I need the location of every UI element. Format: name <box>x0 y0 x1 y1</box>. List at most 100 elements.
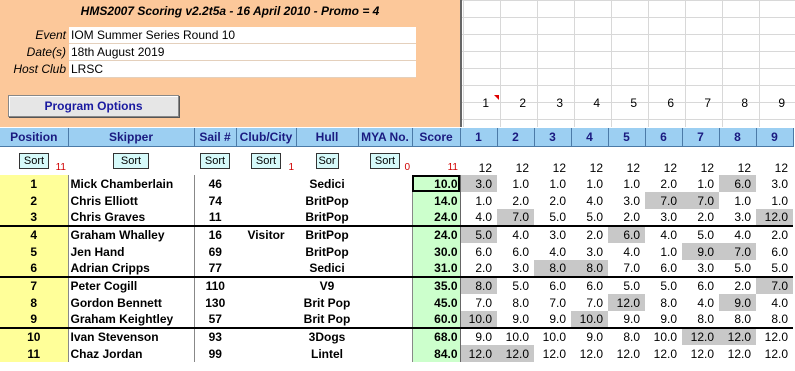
race-result-cell[interactable]: 8.0 <box>571 260 608 278</box>
race-result-cell[interactable]: 6.0 <box>719 175 756 192</box>
race-result-cell[interactable]: 12.0 <box>608 294 645 311</box>
col-header-race-4[interactable]: 4 <box>571 128 609 147</box>
mya-cell[interactable] <box>358 243 412 260</box>
col-header-skipper[interactable]: Skipper <box>68 128 195 147</box>
race-result-cell[interactable]: 4.0 <box>682 294 719 311</box>
race-result-cell[interactable]: 9.0 <box>682 243 719 260</box>
mya-cell[interactable] <box>358 260 412 278</box>
score-cell[interactable]: 84.0 <box>411 345 461 362</box>
race-result-cell[interactable]: 1.0 <box>719 192 756 209</box>
position-cell[interactable]: 7 <box>0 277 68 294</box>
race-result-cell[interactable]: 12.0 <box>645 345 682 362</box>
sail-cell[interactable]: 110 <box>193 277 236 294</box>
mya-cell[interactable] <box>358 226 412 243</box>
club-cell[interactable] <box>236 192 296 209</box>
race-result-cell[interactable]: 1.0 <box>608 175 645 192</box>
sail-cell[interactable]: 69 <box>193 243 236 260</box>
race-result-cell[interactable]: 9.0 <box>571 328 608 345</box>
hull-cell[interactable]: Sedici <box>296 260 358 278</box>
result-row[interactable]: 1 Mick Chamberlain 46 Sedici 10.0 3.0 1.0 1.0 1.… <box>0 175 793 192</box>
race-result-cell[interactable]: 10.0 <box>460 311 497 329</box>
col-header-race-7[interactable]: 7 <box>682 128 720 147</box>
race-result-cell[interactable]: 4.0 <box>460 209 497 227</box>
col-header-race-6[interactable]: 6 <box>645 128 683 147</box>
race-result-cell[interactable]: 8.0 <box>460 277 497 294</box>
hull-cell[interactable]: 3Dogs <box>296 328 358 345</box>
mya-cell[interactable] <box>358 209 412 227</box>
skipper-cell[interactable]: Gordon Bennett <box>67 294 194 311</box>
hull-cell[interactable]: BritPop <box>296 192 358 209</box>
mya-cell[interactable] <box>358 294 412 311</box>
sail-cell[interactable]: 77 <box>193 260 236 278</box>
race-result-cell[interactable]: 2.0 <box>497 192 534 209</box>
result-row[interactable]: 11 Chaz Jordan 99 Lintel 84.0 12.0 12.0 12.0 12.… <box>0 345 793 362</box>
col-header-position[interactable]: Position <box>0 128 69 147</box>
result-row[interactable]: 8 Gordon Bennett 130 Brit Pop 45.0 7.0 8.0 7.0 7… <box>0 294 793 311</box>
race-result-cell[interactable]: 4.0 <box>645 226 682 243</box>
score-cell[interactable]: 60.0 <box>411 311 461 329</box>
score-cell[interactable]: 45.0 <box>411 294 461 311</box>
race-result-cell[interactable]: 8.0 <box>719 311 756 329</box>
race-result-cell[interactable]: 2.0 <box>645 175 682 192</box>
col-header-score[interactable]: Score <box>412 128 461 147</box>
race-result-cell[interactable]: 7.0 <box>497 209 534 227</box>
sail-cell[interactable]: 74 <box>193 192 236 209</box>
club-cell[interactable]: Visitor <box>236 226 296 243</box>
mya-cell[interactable] <box>358 175 412 192</box>
position-cell[interactable]: 5 <box>0 243 68 260</box>
race-result-cell[interactable]: 12.0 <box>756 328 793 345</box>
race-result-cell[interactable]: 2.0 <box>460 260 497 278</box>
race-result-cell[interactable]: 6.0 <box>534 277 571 294</box>
race-result-cell[interactable]: 1.0 <box>460 192 497 209</box>
race-result-cell[interactable]: 3.0 <box>608 192 645 209</box>
skipper-cell[interactable]: Graham Whalley <box>67 226 194 243</box>
score-cell[interactable]: 30.0 <box>411 243 461 260</box>
result-row[interactable]: 2 Chris Elliott 74 BritPop 14.0 1.0 2.0 2.0 4.0 3… <box>0 192 793 209</box>
skipper-cell[interactable]: Ivan Stevenson <box>67 328 194 345</box>
mya-cell[interactable] <box>358 328 412 345</box>
race-result-cell[interactable]: 9.0 <box>645 311 682 329</box>
race-result-cell[interactable]: 2.0 <box>534 192 571 209</box>
race-result-cell[interactable]: 12.0 <box>756 345 793 362</box>
race-result-cell[interactable]: 5.0 <box>682 226 719 243</box>
race-result-cell[interactable]: 5.0 <box>571 209 608 227</box>
col-header-race-3[interactable]: 3 <box>534 128 572 147</box>
sail-cell[interactable]: 57 <box>193 311 236 329</box>
race-result-cell[interactable]: 6.0 <box>645 260 682 278</box>
race-result-cell[interactable]: 7.0 <box>534 294 571 311</box>
result-row[interactable]: 5 Jen Hand 69 BritPop 30.0 6.0 6.0 4.0 3.0 4.0 1.0… <box>0 243 793 260</box>
position-cell[interactable]: 4 <box>0 226 68 243</box>
race-result-cell[interactable]: 6.0 <box>682 277 719 294</box>
skipper-cell[interactable]: Peter Cogill <box>67 277 194 294</box>
club-cell[interactable] <box>236 328 296 345</box>
race-result-cell[interactable]: 12.0 <box>719 345 756 362</box>
result-row[interactable]: 3 Chris Graves 11 BritPop 24.0 4.0 7.0 5.0 5.0 2.… <box>0 209 793 227</box>
skipper-cell[interactable]: Chris Graves <box>67 209 194 227</box>
sail-cell[interactable]: 11 <box>193 209 236 227</box>
race-result-cell[interactable]: 7.0 <box>571 294 608 311</box>
race-result-cell[interactable]: 8.0 <box>756 311 793 329</box>
sort-sail-button[interactable]: Sort <box>200 152 230 169</box>
mya-cell[interactable] <box>358 345 412 362</box>
result-row[interactable]: 10 Ivan Stevenson 93 3Dogs 68.0 9.0 10.0 10.0 9.… <box>0 328 793 345</box>
hull-cell[interactable]: Sedici <box>296 175 358 192</box>
race-result-cell[interactable]: 12.0 <box>497 345 534 362</box>
race-result-cell[interactable]: 6.0 <box>497 243 534 260</box>
race-result-cell[interactable]: 8.0 <box>682 311 719 329</box>
sort-position-button[interactable]: Sort <box>19 152 49 169</box>
col-header-race-1[interactable]: 1 <box>460 128 498 147</box>
col-header-race-8[interactable]: 8 <box>719 128 757 147</box>
hull-cell[interactable]: V9 <box>296 277 358 294</box>
col-header-club[interactable]: Club/City <box>236 128 297 147</box>
race-result-cell[interactable]: 6.0 <box>460 243 497 260</box>
sort-mya-button[interactable]: Sort <box>370 152 400 169</box>
race-result-cell[interactable]: 5.0 <box>534 209 571 227</box>
race-result-cell[interactable]: 5.0 <box>460 226 497 243</box>
race-result-cell[interactable]: 12.0 <box>719 328 756 345</box>
race-result-cell[interactable]: 6.0 <box>756 243 793 260</box>
race-result-cell[interactable]: 2.0 <box>719 277 756 294</box>
race-result-cell[interactable]: 1.0 <box>682 175 719 192</box>
skipper-cell[interactable]: Chris Elliott <box>67 192 194 209</box>
race-result-cell[interactable]: 7.0 <box>645 192 682 209</box>
score-cell[interactable]: 68.0 <box>411 328 461 345</box>
